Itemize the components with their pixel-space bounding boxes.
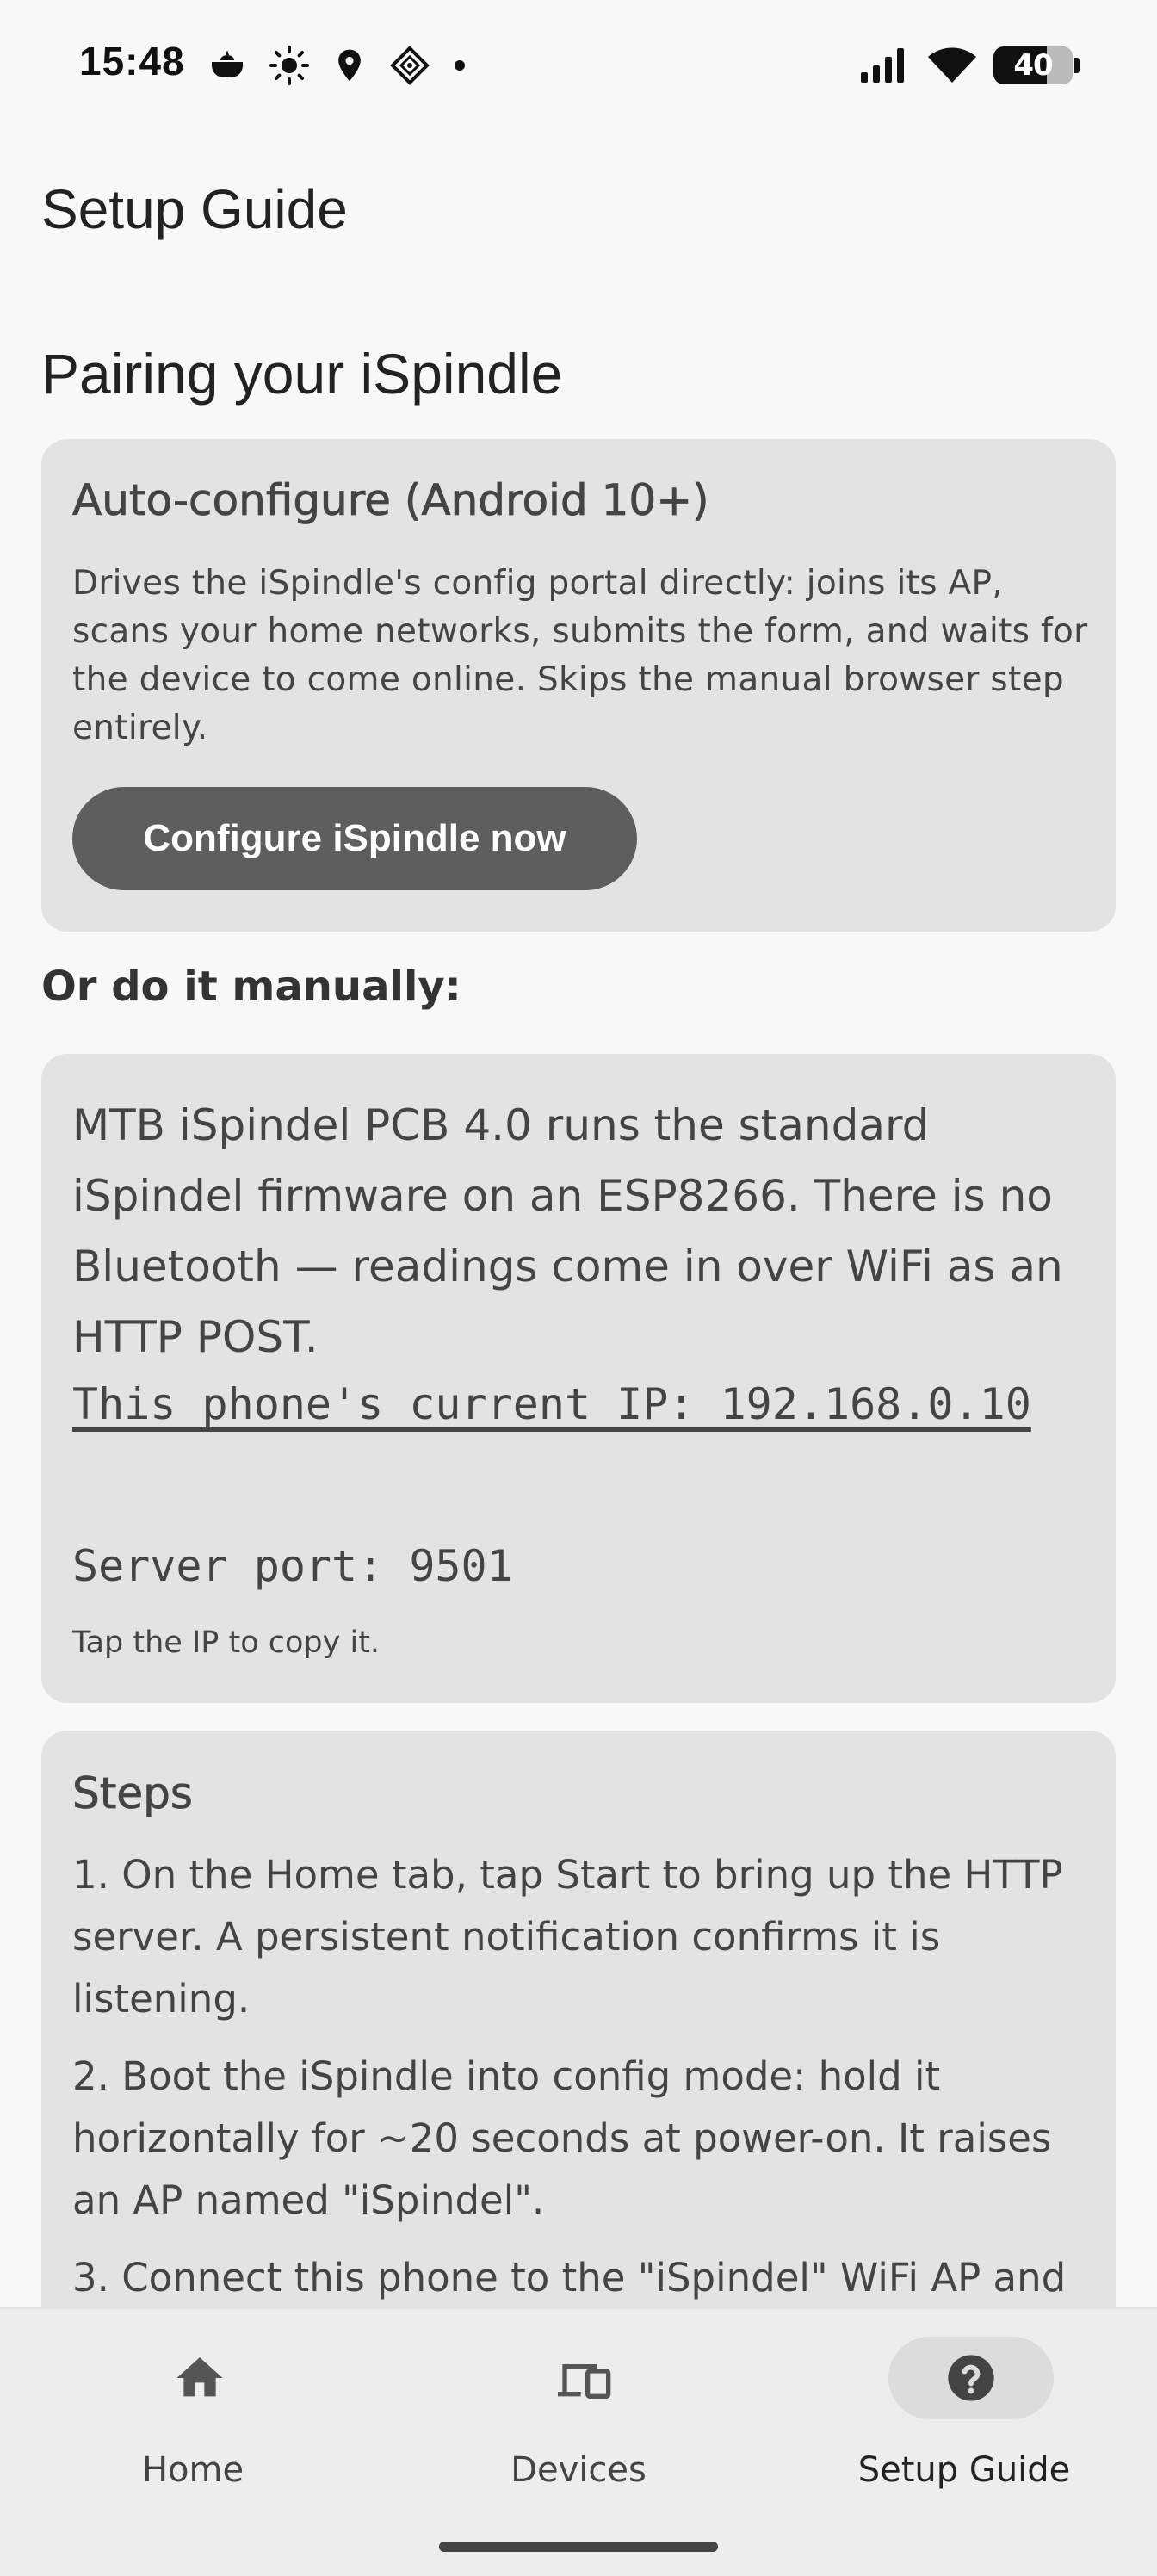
pot-icon xyxy=(212,50,243,77)
app-diamond-icon xyxy=(390,46,430,85)
manual-heading: Or do it manually: xyxy=(41,963,461,1011)
dot-icon xyxy=(455,60,465,71)
battery-level: 40 xyxy=(1013,48,1053,83)
nav-item-devices[interactable]: Devices xyxy=(386,2309,771,2516)
status-system-icons: 40 xyxy=(859,38,1080,93)
nav-label-setup-guide: Setup Guide xyxy=(857,2450,1071,2490)
nav-item-home[interactable]: Home xyxy=(0,2309,386,2516)
manual-info-card: MTB iSpindel PCB 4.0 runs the standard i… xyxy=(41,1054,1116,1703)
status-time: 15:48 xyxy=(79,39,185,84)
battery-indicator: 40 xyxy=(993,46,1073,84)
manual-description: MTB iSpindel PCB 4.0 runs the standard i… xyxy=(72,1100,1063,1362)
server-port: Server port: 9501 xyxy=(72,1541,513,1591)
location-icon xyxy=(338,49,361,82)
brightness-icon xyxy=(269,46,309,85)
help-icon xyxy=(948,2355,994,2401)
auto-configure-description: Drives the iSpindle's config portal dire… xyxy=(72,564,1088,747)
auto-configure-card: Auto-configure (Android 10+) Drives the … xyxy=(41,439,1116,932)
section-title: Pairing your iSpindle xyxy=(41,342,563,406)
app-screen: 15:48 40 Setup Guide Pairing your iSpind… xyxy=(0,0,1157,2576)
nav-home-indicator xyxy=(117,2337,282,2419)
nav-item-setup-guide[interactable]: Setup Guide xyxy=(771,2309,1157,2516)
nav-label-devices: Devices xyxy=(510,2450,647,2490)
devices-icon xyxy=(558,2364,611,2399)
nav-guide-active-indicator xyxy=(888,2337,1054,2419)
wifi-icon xyxy=(928,47,976,83)
steps-list: 1. On the Home tab, tap Start to bring u… xyxy=(72,1844,1105,2325)
step-item: 1. On the Home tab, tap Start to bring u… xyxy=(72,1852,1063,2022)
step-item: 2. Boot the iSpindle into config mode: h… xyxy=(72,2053,1052,2223)
copy-ip-hint: Tap the IP to copy it. xyxy=(72,1625,381,1660)
auto-configure-title: Auto-configure (Android 10+) xyxy=(72,475,709,526)
steps-title: Steps xyxy=(72,1768,194,1819)
home-icon xyxy=(176,2357,223,2397)
page-title: Setup Guide xyxy=(41,178,348,240)
nav-devices-indicator xyxy=(503,2337,668,2419)
signal-icon xyxy=(861,48,904,83)
phone-ip-link[interactable]: This phone's current IP: 192.168.0.10 xyxy=(72,1369,1097,1440)
step-item: 3. Connect this phone to the "iSpindel" … xyxy=(72,2255,1067,2300)
battery-nub xyxy=(1074,58,1080,73)
gesture-home-bar[interactable] xyxy=(439,2542,718,2552)
bottom-navigation: Home Devices Setup Guide xyxy=(0,2307,1157,2576)
status-bar: 15:48 40 xyxy=(0,0,1157,131)
nav-label-home: Home xyxy=(141,2450,244,2490)
configure-ispindle-button[interactable]: Configure iSpindle now xyxy=(72,787,637,890)
status-notification-icons xyxy=(207,43,468,88)
